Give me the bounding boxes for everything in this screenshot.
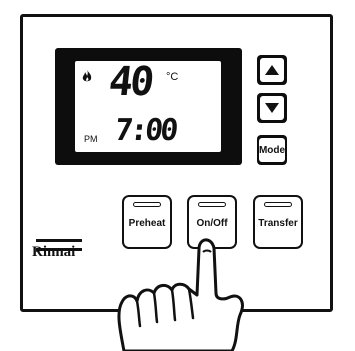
- pointing-hand-icon: [117, 238, 244, 351]
